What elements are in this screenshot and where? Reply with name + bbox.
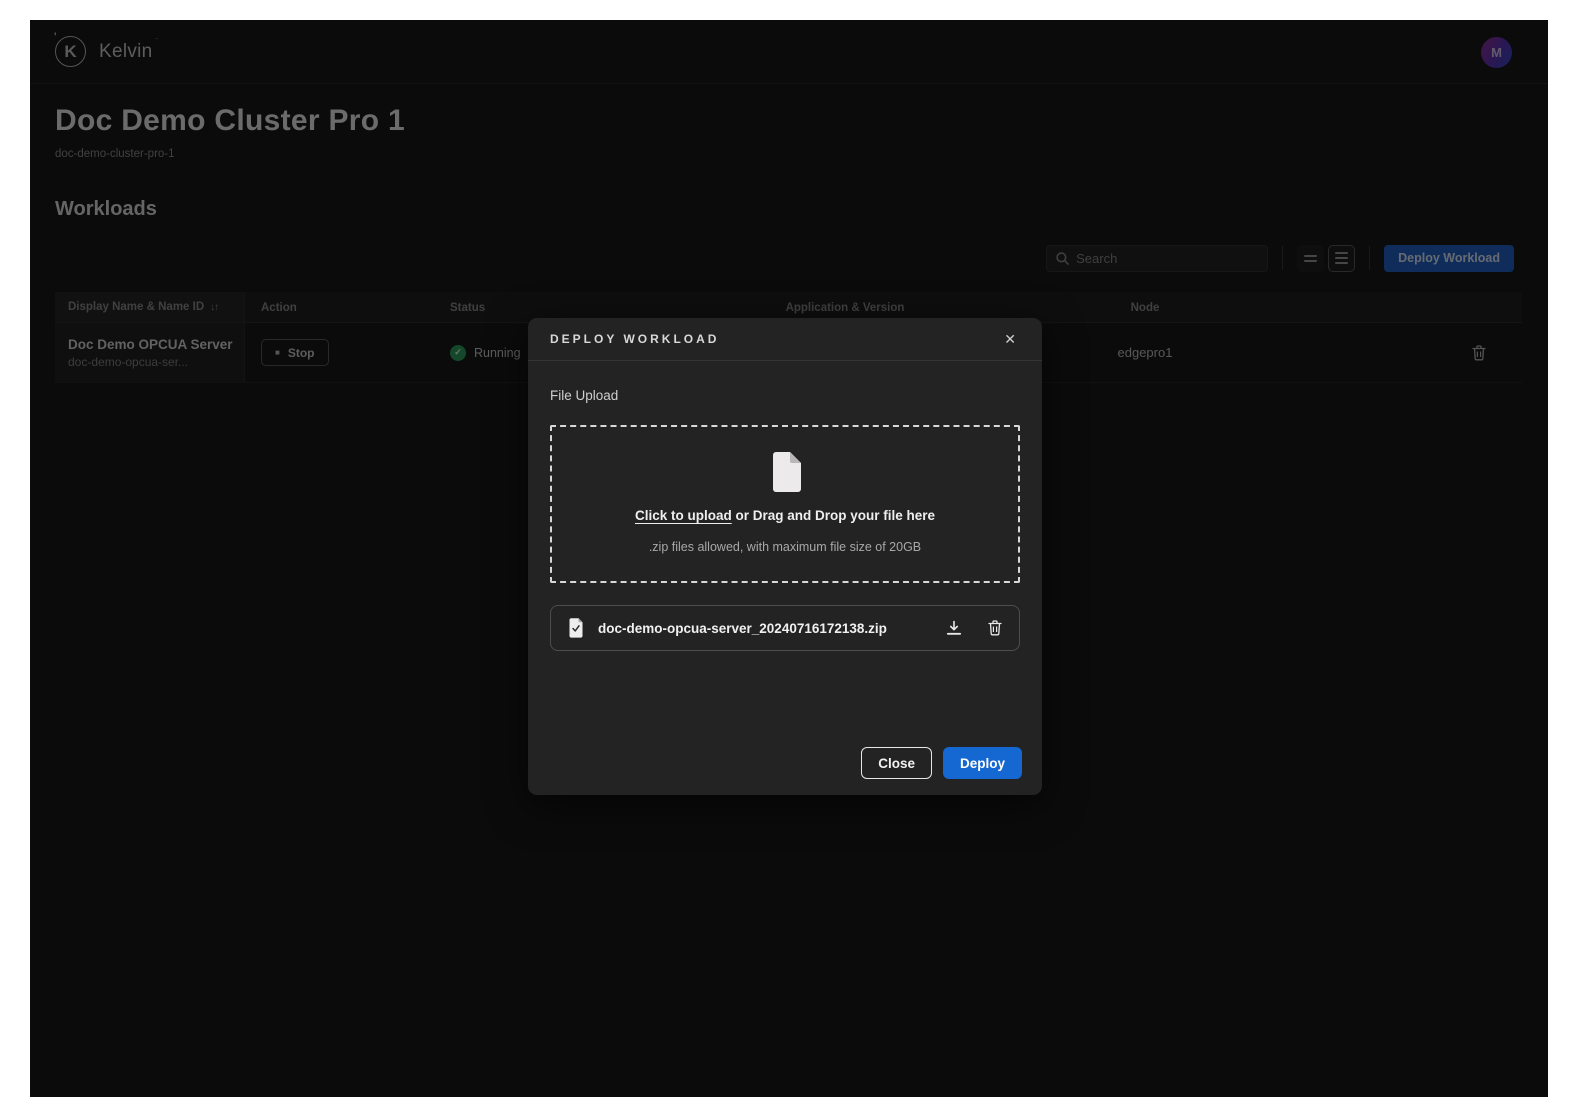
app-window: K Kelvin M Doc Demo Cluster Pro 1 doc-de… xyxy=(30,20,1548,1097)
modal-header: DEPLOY WORKLOAD ✕ xyxy=(528,318,1042,361)
uploaded-file-name: doc-demo-opcua-server_20240716172138.zip xyxy=(598,621,887,636)
modal-close-button[interactable]: Close xyxy=(861,747,932,779)
deploy-workload-modal: DEPLOY WORKLOAD ✕ File Upload Click to u… xyxy=(528,318,1042,795)
download-file-button[interactable] xyxy=(946,620,962,636)
document-icon xyxy=(769,452,801,492)
modal-footer: Close Deploy xyxy=(861,747,1022,779)
file-check-icon xyxy=(568,618,584,638)
close-icon[interactable]: ✕ xyxy=(1000,329,1020,350)
dropzone-instruction: Click to upload or Drag and Drop your fi… xyxy=(635,508,935,523)
modal-deploy-button[interactable]: Deploy xyxy=(943,747,1022,779)
remove-file-button[interactable] xyxy=(988,620,1002,636)
modal-body: File Upload Click to upload or Drag and … xyxy=(528,388,1042,651)
file-upload-label: File Upload xyxy=(550,388,1020,403)
uploaded-file-item: doc-demo-opcua-server_20240716172138.zip xyxy=(550,605,1020,651)
dropzone-hint: .zip files allowed, with maximum file si… xyxy=(649,540,921,554)
trash-icon xyxy=(988,620,1002,636)
modal-title: DEPLOY WORKLOAD xyxy=(550,332,719,346)
file-dropzone[interactable]: Click to upload or Drag and Drop your fi… xyxy=(550,425,1020,583)
download-icon xyxy=(946,620,962,636)
click-to-upload-link[interactable]: Click to upload xyxy=(635,508,732,523)
